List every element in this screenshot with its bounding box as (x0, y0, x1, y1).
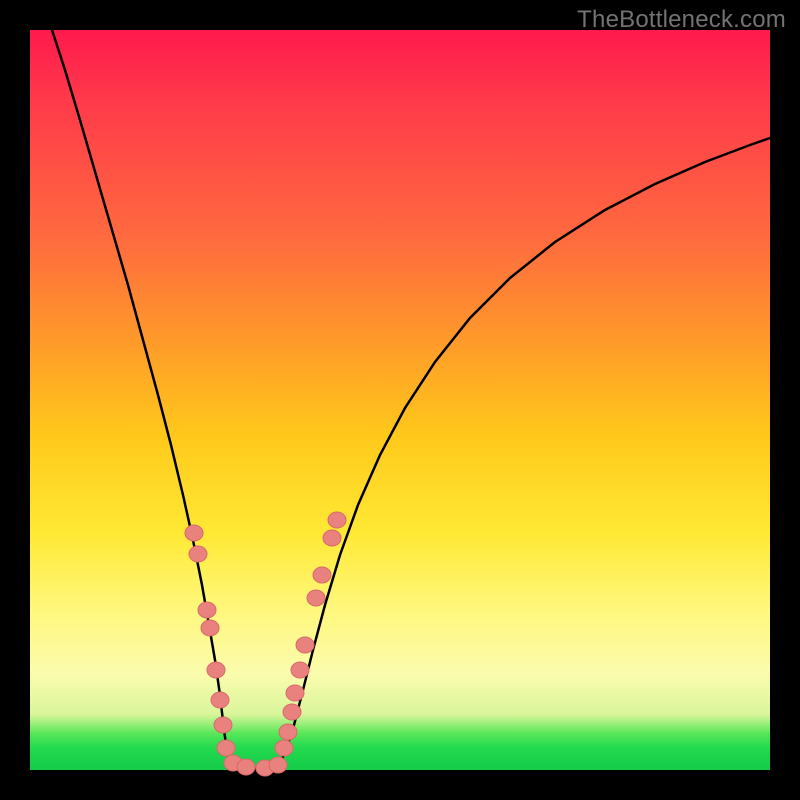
data-point (217, 740, 235, 756)
data-point (275, 740, 293, 756)
data-point (291, 662, 309, 678)
data-point (189, 546, 207, 562)
data-point (283, 704, 301, 720)
data-point (296, 637, 314, 653)
data-point (201, 620, 219, 636)
watermark-text: TheBottleneck.com (577, 6, 786, 34)
data-point (328, 512, 346, 528)
data-point (323, 530, 341, 546)
data-point (214, 717, 232, 733)
data-point (237, 759, 255, 775)
data-point (279, 724, 297, 740)
data-point (269, 757, 287, 773)
data-point (185, 525, 203, 541)
bottleneck-curve-left (52, 30, 235, 767)
data-point (307, 590, 325, 606)
data-dots (185, 512, 346, 776)
bottleneck-curve-right (278, 138, 770, 768)
data-point (207, 662, 225, 678)
chart-frame: TheBottleneck.com (0, 0, 800, 800)
data-point (211, 692, 229, 708)
data-point (198, 602, 216, 618)
data-point (286, 685, 304, 701)
data-point (313, 567, 331, 583)
chart-overlay (30, 30, 770, 770)
